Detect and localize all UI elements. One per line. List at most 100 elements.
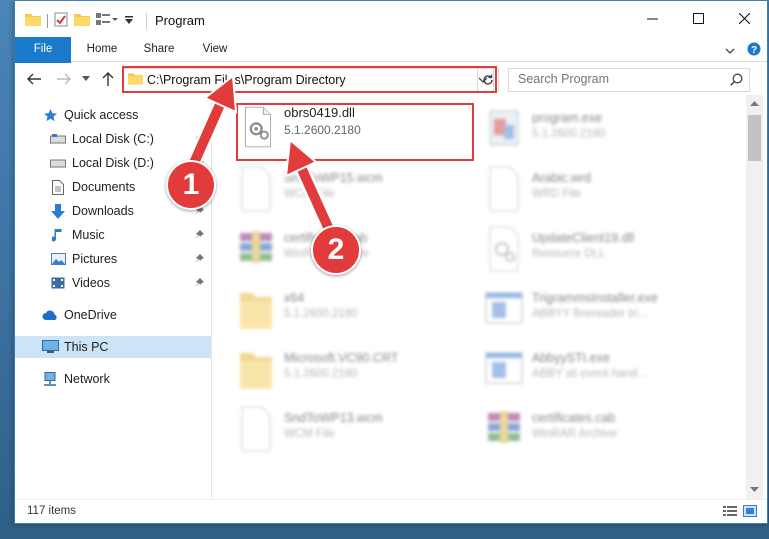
- chevron-down-icon: [82, 76, 90, 81]
- file-item[interactable]: SndToWP15.wcm WCM File: [236, 165, 476, 225]
- scroll-down-icon[interactable]: [750, 487, 759, 493]
- file-item[interactable]: certificates.cab WinRAR Archive: [484, 405, 724, 465]
- view-options-icon[interactable]: [96, 13, 118, 29]
- sidebar-item-downloads[interactable]: Downloads: [15, 200, 245, 222]
- music-icon: [49, 227, 67, 243]
- search-input[interactable]: [509, 69, 718, 89]
- scrollbar-thumb[interactable]: [748, 115, 761, 161]
- ribbon-tabs: File Home Share View ?: [15, 37, 767, 97]
- sidebar-item-label: Local Disk (C:): [72, 132, 154, 146]
- file-name: certificates.cab: [532, 411, 616, 425]
- minimize-button[interactable]: [629, 1, 675, 35]
- scroll-up-icon[interactable]: [750, 100, 759, 106]
- navigation-bar: C:\Program Files\Program Directory: [15, 63, 767, 95]
- forward-arrow-icon: [57, 73, 71, 85]
- drive-icon: [49, 155, 67, 171]
- sidebar-item-network[interactable]: Network: [15, 368, 237, 390]
- back-button[interactable]: [25, 71, 43, 87]
- cloud-icon: [41, 307, 59, 323]
- back-arrow-icon: [27, 73, 41, 85]
- pin-icon: [195, 276, 204, 290]
- pin-icon: [195, 132, 204, 146]
- sidebar-item-label: This PC: [64, 340, 109, 354]
- properties-icon[interactable]: [54, 12, 68, 30]
- file-detail: Resource DLL: [532, 248, 606, 260]
- close-button[interactable]: [721, 1, 767, 35]
- file-detail: WRD File: [532, 188, 582, 200]
- file-list: program.exe 5.1.2600.2180 SndToWP15.wcm …: [212, 95, 746, 499]
- winrar-icon: [240, 231, 272, 263]
- file-name: Microsoft.VC90.CRT: [284, 351, 399, 365]
- blank-file-icon: [241, 166, 271, 212]
- documents-icon: [49, 179, 67, 195]
- pin-icon: [195, 252, 204, 266]
- details-view-icon[interactable]: [723, 505, 737, 520]
- tab-share[interactable]: Share: [135, 37, 183, 61]
- sidebar-item-label: Downloads: [72, 204, 134, 218]
- file-item[interactable]: UpdateClient19.dll Resource DLL: [484, 225, 724, 285]
- item-count: 117 items: [27, 505, 77, 517]
- file-item[interactable]: Microsoft.VC90.CRT 5.1.2600.2180: [236, 345, 476, 405]
- file-name: SndToWP15.wcm: [284, 171, 383, 185]
- file-detail: 5.1.2600.2180: [532, 128, 606, 140]
- view-switcher: [723, 505, 757, 520]
- maximize-button[interactable]: [675, 1, 721, 35]
- title-divider: [146, 13, 147, 29]
- sidebar-item-label: Music: [72, 228, 105, 242]
- file-detail: 5.1.2600.2180: [284, 368, 358, 380]
- toolbar-divider: [47, 14, 48, 28]
- file-name: AbbyySTI.exe: [532, 351, 610, 365]
- navigation-pane: Quick access Local Disk (C:) Local Disk …: [15, 95, 212, 499]
- videos-icon: [49, 275, 67, 291]
- file-item[interactable]: SndToWP13.wcm WCM File: [236, 405, 476, 465]
- file-name: program.exe: [532, 111, 603, 125]
- sidebar-item-onedrive[interactable]: OneDrive: [15, 304, 237, 326]
- winrar-icon: [488, 411, 520, 443]
- sidebar-item-quick-access[interactable]: Quick access: [15, 104, 237, 126]
- blank-file-icon: [241, 406, 271, 452]
- file-item[interactable]: AbbyySTI.exe ABBY sti event hand...: [484, 345, 724, 405]
- tab-view[interactable]: View: [193, 37, 237, 61]
- sidebar-item-label: Videos: [72, 276, 110, 290]
- file-name: SndToWP13.wcm: [284, 411, 383, 425]
- sidebar-item-label: Documents: [72, 180, 136, 194]
- folder-icon: [240, 293, 272, 329]
- vertical-scrollbar[interactable]: [746, 95, 763, 499]
- computer-icon: [41, 339, 59, 355]
- search-box[interactable]: [508, 68, 750, 92]
- sidebar-item-local-disk-c[interactable]: Local Disk (C:): [15, 128, 245, 150]
- search-icon[interactable]: [730, 73, 743, 89]
- sidebar-item-label: Quick access: [64, 108, 139, 122]
- close-icon: [738, 12, 750, 24]
- tab-home[interactable]: Home: [77, 37, 127, 61]
- sidebar-item-pictures[interactable]: Pictures: [15, 248, 245, 270]
- file-detail: WCM File: [284, 428, 335, 440]
- forward-button[interactable]: [55, 71, 73, 87]
- file-item[interactable]: program.exe 5.1.2600.2180: [484, 105, 724, 165]
- file-highlight-box: [236, 103, 474, 161]
- minimize-icon: [646, 18, 658, 19]
- file-item[interactable]: x64 5.1.2600.2180: [236, 285, 476, 345]
- help-icon[interactable]: ?: [747, 42, 761, 59]
- customize-toolbar-icon[interactable]: [124, 14, 134, 28]
- new-folder-icon[interactable]: [74, 13, 90, 29]
- file-detail: ABBYY finereader tri...: [532, 308, 648, 320]
- recent-locations-button[interactable]: [81, 71, 91, 87]
- sidebar-item-label: Network: [64, 372, 110, 386]
- sidebar-item-this-pc[interactable]: This PC: [15, 336, 211, 358]
- address-highlight-box: [122, 66, 497, 93]
- dll-icon: [489, 226, 519, 272]
- folder-icon[interactable]: [25, 13, 41, 29]
- file-item[interactable]: TrigrammsInstaller.exe ABBYY finereader …: [484, 285, 724, 345]
- expand-ribbon-icon[interactable]: [725, 44, 735, 58]
- sidebar-item-label: OneDrive: [64, 308, 117, 322]
- sidebar-item-label: Pictures: [72, 252, 118, 266]
- star-icon: [41, 107, 59, 123]
- sidebar-item-music[interactable]: Music: [15, 224, 245, 246]
- sidebar-item-videos[interactable]: Videos: [15, 272, 245, 294]
- large-icons-view-icon[interactable]: [743, 505, 757, 520]
- file-name: UpdateClient19.dll: [532, 231, 635, 245]
- up-button[interactable]: [99, 71, 117, 87]
- folder-icon: [240, 353, 272, 389]
- file-item[interactable]: Arabic.wrd WRD File: [484, 165, 724, 225]
